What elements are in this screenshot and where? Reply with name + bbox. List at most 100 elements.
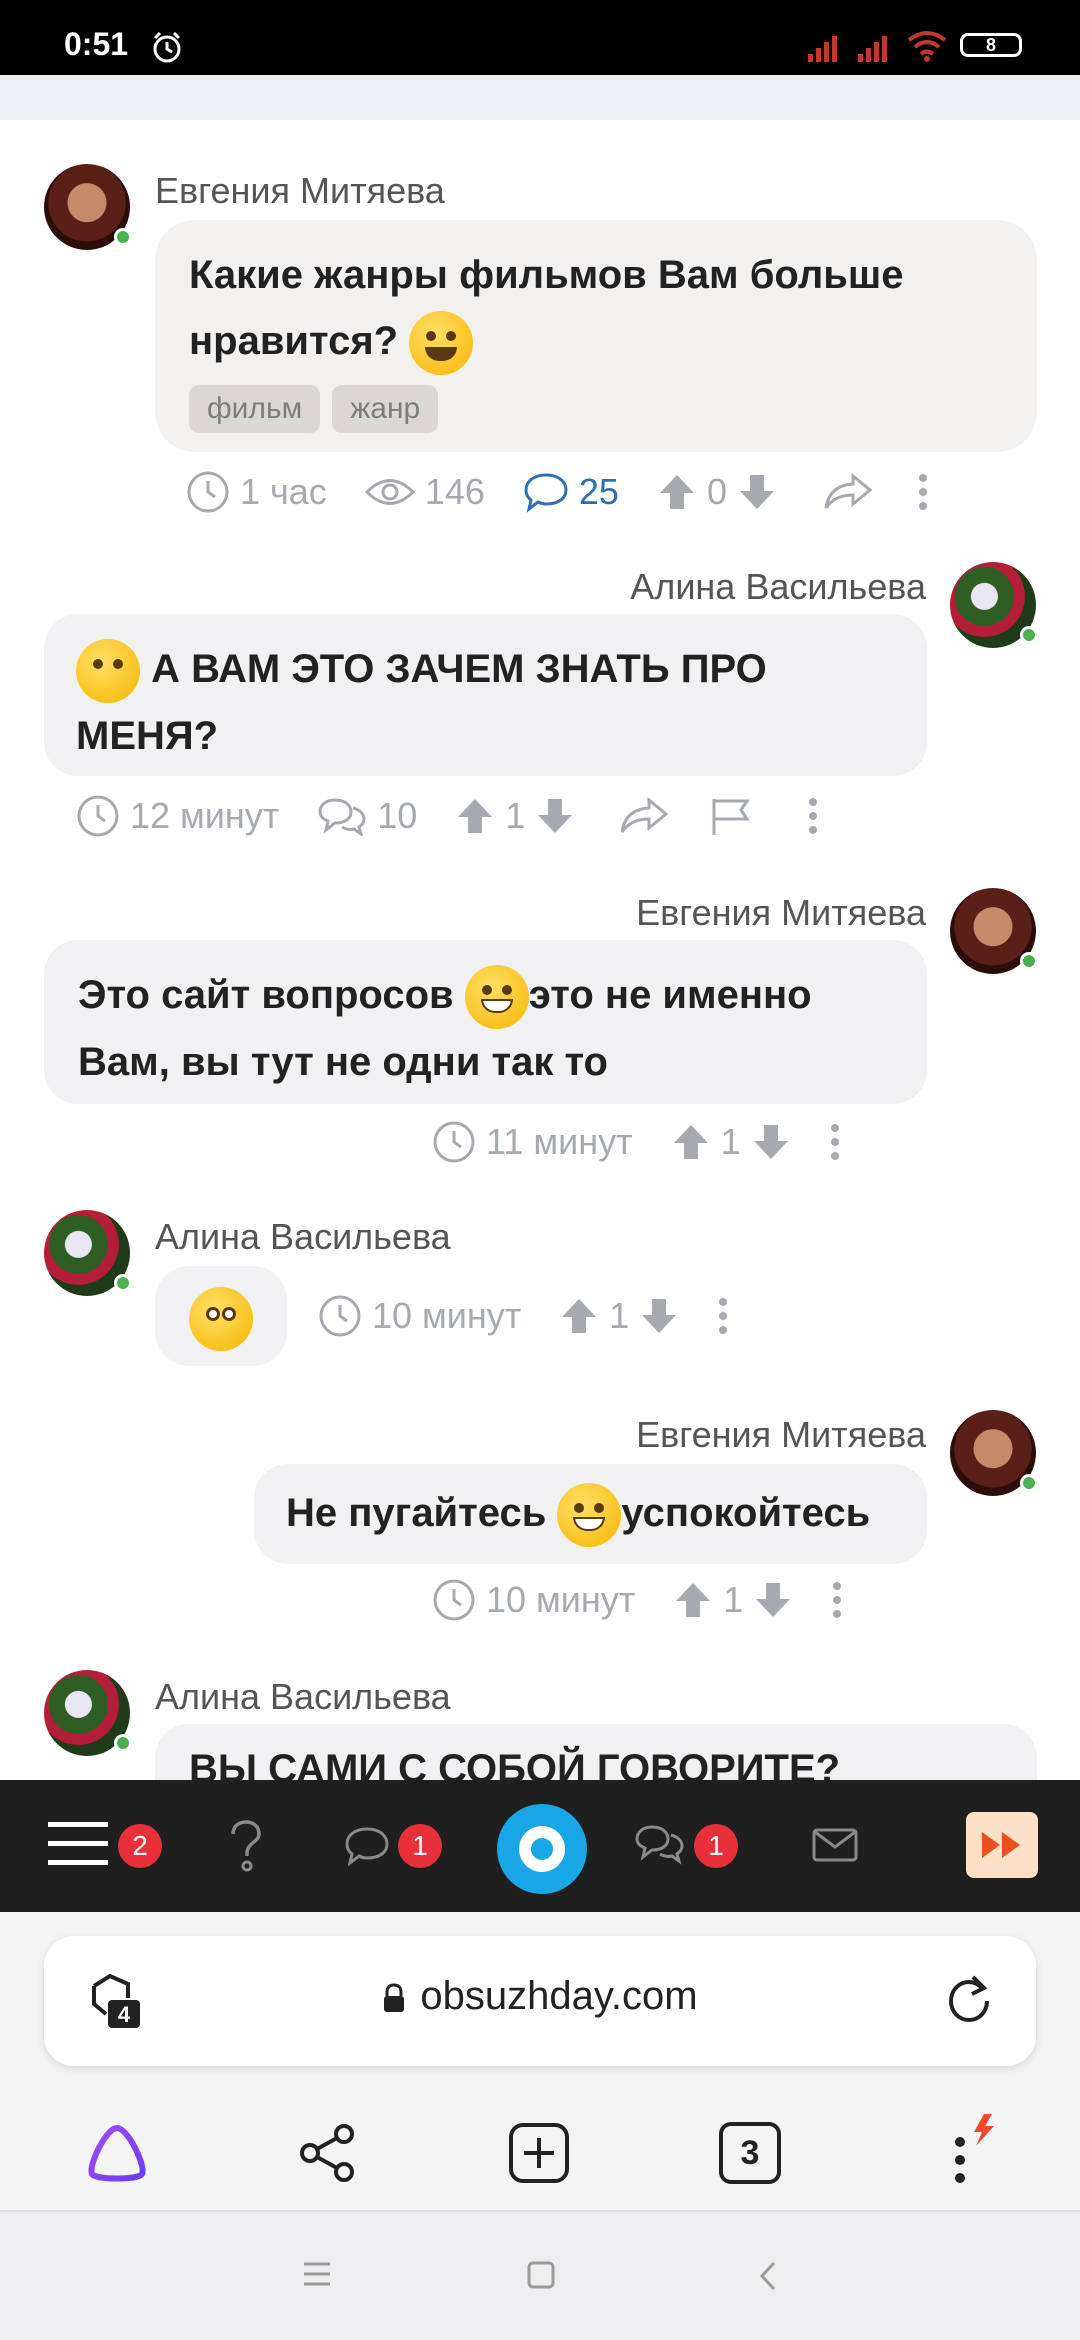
more-icon[interactable] (717, 1296, 729, 1336)
signal-icon (808, 36, 837, 62)
comment-bubble[interactable]: Это сайт вопросов это не именно Вам, вы … (44, 940, 927, 1104)
comment-meta: 10 минут 1 (432, 1578, 843, 1622)
avatar[interactable] (950, 1410, 1038, 1496)
downvote-icon[interactable] (639, 1296, 679, 1336)
question-icon[interactable] (228, 1820, 264, 1872)
more-menu-icon[interactable] (950, 2112, 1010, 2186)
vote-controls: 0 (657, 471, 777, 513)
signal-icon-2 (858, 36, 887, 62)
discussion-feed[interactable]: Евгения Митяева Какие жанры фильмов Вам … (0, 120, 1080, 1780)
wifi-icon (907, 31, 947, 62)
comment-text-start: Не пугайтесь (286, 1491, 547, 1535)
new-tab-icon[interactable] (508, 2122, 570, 2184)
system-navigation (0, 2210, 1080, 2340)
recent-apps-icon[interactable] (302, 2260, 332, 2288)
upvote-icon[interactable] (455, 796, 495, 836)
site-bottom-nav: 2 1 1 (0, 1780, 1080, 1912)
menu-icon[interactable] (48, 1820, 108, 1868)
upvote-icon[interactable] (657, 472, 697, 512)
avatar[interactable] (950, 562, 1038, 648)
open-tabs-button[interactable]: 3 (719, 2122, 781, 2184)
messages-badge: 1 (694, 1824, 738, 1868)
flag-icon[interactable] (709, 795, 753, 837)
browser-chrome: 4 obsuzhday.com 3 (0, 1912, 1080, 2210)
back-icon[interactable] (756, 2260, 780, 2292)
url-text[interactable]: obsuzhday.com (44, 1974, 1036, 2019)
eye-icon (364, 479, 415, 505)
fast-forward-icon (982, 1832, 1020, 1858)
post-time: 10 минут (432, 1578, 635, 1622)
clock: 0:51 (64, 26, 129, 62)
comment-bubble[interactable]: А ВАМ ЭТО ЗАЧЕМ ЗНАТЬ ПРО МЕНЯ? (44, 614, 927, 776)
discussions-icon[interactable] (634, 1824, 686, 1866)
comment-icon (524, 473, 568, 513)
browser-toolbar: 3 (0, 2112, 1080, 2208)
comment-meta: 10 минут 1 (318, 1294, 729, 1338)
chat-icon[interactable] (344, 1826, 390, 1866)
question-meta: 1 час 146 25 0 (186, 470, 929, 514)
author-name[interactable]: Евгения Митяева (636, 892, 926, 934)
alarm-icon (153, 31, 181, 63)
downvote-icon[interactable] (753, 1580, 793, 1620)
clock-icon (433, 1579, 475, 1621)
upvote-icon[interactable] (673, 1580, 713, 1620)
url: obsuzhday.com (420, 1974, 698, 2018)
author-name[interactable]: Алина Васильева (155, 1676, 451, 1718)
site-logo-button[interactable] (497, 1804, 587, 1894)
dizzy-face-emoji (76, 639, 140, 704)
author-name[interactable]: Алина Васильева (630, 566, 926, 608)
question-bubble[interactable]: Какие жанры фильмов Вам больше нравится?… (155, 220, 1037, 452)
avatar[interactable] (44, 1210, 132, 1296)
online-indicator (114, 1734, 132, 1752)
smile-emoji (409, 311, 474, 376)
online-indicator (1020, 626, 1038, 644)
share-icon[interactable] (823, 472, 873, 512)
reload-icon[interactable] (944, 1974, 994, 2028)
tag-list: фильм жанр (189, 385, 1003, 434)
post-time: 11 минут (432, 1120, 633, 1164)
alice-assistant-icon[interactable] (84, 2122, 150, 2184)
downvote-icon[interactable] (535, 796, 575, 836)
tag[interactable]: фильм (189, 385, 321, 434)
author-name[interactable]: Алина Васильева (155, 1216, 451, 1258)
comment-text: А ВАМ ЭТО ЗАЧЕМ ЗНАТЬ ПРО МЕНЯ? (76, 647, 767, 759)
author-name[interactable]: Евгения Митяева (155, 170, 445, 212)
author-name[interactable]: Евгения Митяева (636, 1414, 926, 1456)
grin-emoji (557, 1483, 622, 1548)
vote-controls: 1 (673, 1579, 793, 1621)
comment-text-end: успокойтесь (621, 1491, 871, 1535)
comment-text-start: Это сайт вопросов (78, 973, 454, 1017)
online-indicator (114, 1274, 132, 1292)
upvote-icon[interactable] (671, 1122, 711, 1162)
downvote-icon[interactable] (737, 472, 777, 512)
more-icon[interactable] (831, 1580, 843, 1620)
avatar[interactable] (44, 164, 132, 250)
clock-icon (187, 471, 229, 513)
avatar[interactable] (950, 888, 1038, 974)
clock-icon (319, 1295, 361, 1337)
fast-forward-button[interactable] (966, 1812, 1038, 1878)
downvote-icon[interactable] (751, 1122, 791, 1162)
reply-count[interactable]: 10 (317, 795, 417, 837)
home-icon[interactable] (526, 2260, 556, 2290)
mail-icon[interactable] (812, 1828, 858, 1862)
post-time: 1 час (186, 470, 327, 514)
share-icon[interactable] (296, 2122, 358, 2184)
more-icon[interactable] (917, 472, 929, 512)
address-bar[interactable]: 4 obsuzhday.com (44, 1936, 1036, 2066)
comment-bubble[interactable]: Не пугайтесь успокойтесь (254, 1464, 927, 1564)
more-icon[interactable] (807, 796, 819, 836)
share-icon[interactable] (619, 796, 669, 836)
flushed-face-emoji (189, 1287, 253, 1352)
comment-count[interactable]: 25 (523, 471, 619, 513)
tag[interactable]: жанр (332, 385, 439, 434)
comment-bubble[interactable]: ВЫ САМИ С СОБОЙ ГОВОРИТЕ? (155, 1724, 1037, 1780)
clock-icon (433, 1121, 475, 1163)
upvote-icon[interactable] (559, 1296, 599, 1336)
vote-controls: 1 (671, 1121, 791, 1163)
more-icon[interactable] (829, 1122, 841, 1162)
lock-icon (384, 1983, 405, 2012)
comment-bubble[interactable] (155, 1266, 287, 1366)
avatar[interactable] (44, 1670, 132, 1756)
post-time: 10 минут (318, 1294, 521, 1338)
